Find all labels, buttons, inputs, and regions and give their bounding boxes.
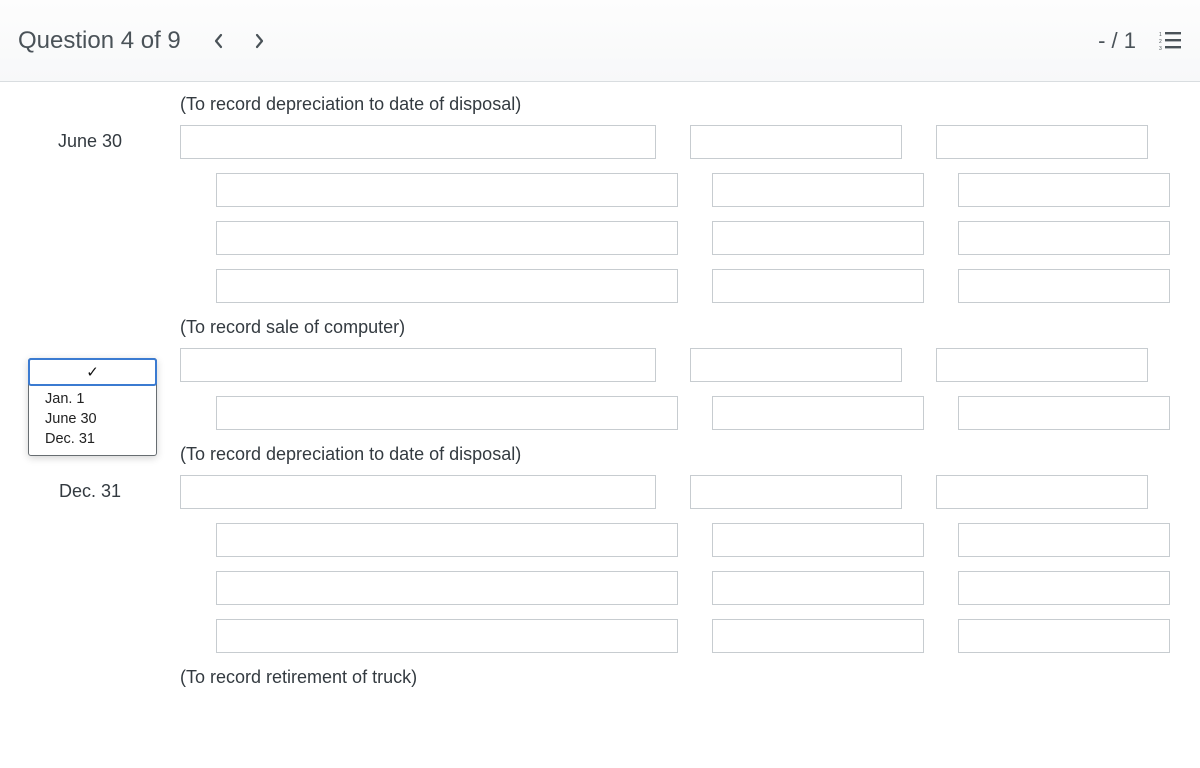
- question-header: Question 4 of 9 - / 1 1 2 3: [0, 0, 1200, 82]
- debit-input[interactable]: [712, 173, 924, 207]
- svg-text:2: 2: [1159, 39, 1162, 45]
- credit-input[interactable]: [936, 475, 1148, 509]
- entry-description: (To record sale of computer): [180, 317, 1170, 338]
- debit-input[interactable]: [690, 125, 902, 159]
- debit-input[interactable]: [712, 523, 924, 557]
- credit-input[interactable]: [958, 173, 1170, 207]
- journal-row: [180, 173, 1170, 207]
- credit-input[interactable]: [936, 348, 1148, 382]
- journal-row: [180, 348, 1170, 382]
- debit-input[interactable]: [712, 619, 924, 653]
- date-select-option[interactable]: Dec. 31: [45, 429, 146, 449]
- score-display: - / 1: [1098, 28, 1136, 54]
- credit-input[interactable]: [958, 571, 1170, 605]
- credit-input[interactable]: [958, 523, 1170, 557]
- check-icon: ✓: [86, 363, 99, 381]
- credit-input[interactable]: [958, 396, 1170, 430]
- journal-row: [180, 221, 1170, 255]
- entry-description: (To record depreciation to date of dispo…: [180, 444, 1170, 465]
- entry-block-june30: June 30: [30, 125, 1170, 303]
- question-list-button[interactable]: 1 2 3: [1154, 25, 1186, 57]
- journal-row: [180, 269, 1170, 303]
- account-input[interactable]: [180, 475, 656, 509]
- svg-text:3: 3: [1159, 46, 1162, 51]
- debit-input[interactable]: [712, 571, 924, 605]
- date-select-dropdown[interactable]: ✓ Jan. 1 June 30 Dec. 31: [28, 358, 157, 456]
- account-input[interactable]: [180, 348, 656, 382]
- chevron-right-icon: [253, 33, 265, 49]
- entry-description: (To record depreciation to date of dispo…: [180, 94, 1170, 115]
- credit-input[interactable]: [958, 221, 1170, 255]
- journal-row: [180, 396, 1170, 430]
- journal-row: [180, 523, 1170, 557]
- account-input[interactable]: [180, 125, 656, 159]
- journal-row: [180, 475, 1170, 509]
- account-input[interactable]: [216, 571, 678, 605]
- date-label-june30: June 30: [30, 125, 150, 152]
- prev-question-button[interactable]: [199, 21, 239, 61]
- account-input[interactable]: [216, 396, 678, 430]
- entry-block-dropdown: [30, 348, 1170, 430]
- entry-block-dec31: Dec. 31: [30, 475, 1170, 653]
- svg-text:1: 1: [1159, 32, 1162, 38]
- date-select-current[interactable]: ✓: [28, 358, 157, 386]
- next-question-button[interactable]: [239, 21, 279, 61]
- chevron-left-icon: [213, 33, 225, 49]
- debit-input[interactable]: [712, 221, 924, 255]
- date-label-dec31: Dec. 31: [30, 475, 150, 502]
- credit-input[interactable]: [958, 269, 1170, 303]
- debit-input[interactable]: [690, 348, 902, 382]
- account-input[interactable]: [216, 523, 678, 557]
- question-title: Question 4 of 9: [18, 27, 181, 55]
- entry-description: (To record retirement of truck): [180, 667, 1170, 688]
- credit-input[interactable]: [958, 619, 1170, 653]
- journal-entry-area: (To record depreciation to date of dispo…: [0, 82, 1200, 718]
- account-input[interactable]: [216, 619, 678, 653]
- credit-input[interactable]: [936, 125, 1148, 159]
- journal-row: [180, 619, 1170, 653]
- account-input[interactable]: [216, 173, 678, 207]
- journal-row: [180, 571, 1170, 605]
- journal-row: [180, 125, 1170, 159]
- date-select-option-list: Jan. 1 June 30 Dec. 31: [29, 385, 156, 455]
- account-input[interactable]: [216, 269, 678, 303]
- date-select-option[interactable]: Jan. 1: [45, 389, 146, 409]
- debit-input[interactable]: [712, 269, 924, 303]
- debit-input[interactable]: [712, 396, 924, 430]
- date-select-option[interactable]: June 30: [45, 409, 146, 429]
- debit-input[interactable]: [690, 475, 902, 509]
- account-input[interactable]: [216, 221, 678, 255]
- numbered-list-icon: 1 2 3: [1159, 31, 1181, 51]
